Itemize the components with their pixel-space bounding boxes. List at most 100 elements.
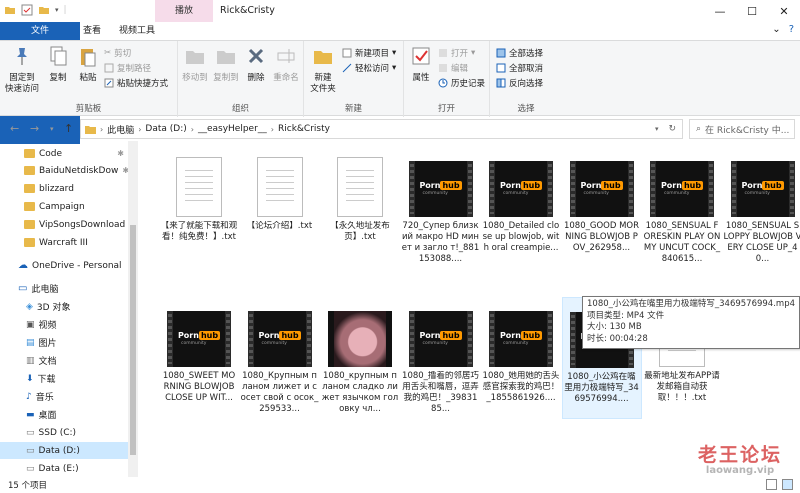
new-label: 新建: [344, 104, 362, 114]
nav-item-blizzard[interactable]: blizzard: [0, 180, 128, 197]
tab-video-tools[interactable]: 视频工具: [110, 22, 164, 40]
new-item-icon: [342, 48, 352, 58]
nav-item-code[interactable]: Code ✱: [0, 145, 128, 162]
move-to-icon: [186, 51, 204, 64]
file-item[interactable]: 【永久地址发布页】.txt: [320, 147, 400, 269]
details-view-icon[interactable]: [766, 479, 777, 490]
video-logo-icon: Pornhub: [258, 331, 301, 340]
nav-item-data-e[interactable]: ▭ Data (E:): [0, 460, 128, 477]
properties-check-icon[interactable]: [21, 4, 33, 16]
large-icons-view-icon[interactable]: [782, 479, 793, 490]
nav-item-music[interactable]: ♪ 音乐: [0, 388, 128, 405]
open-button[interactable]: 打开 ▾: [438, 47, 475, 59]
nav-item-vipsongs[interactable]: VipSongsDownload: [0, 216, 128, 233]
pin-to-quick-access-button[interactable]: 固定到 快速访问: [2, 45, 42, 95]
collapse-ribbon-icon[interactable]: ⌄: [772, 24, 780, 35]
select-none-button[interactable]: 全部取消: [496, 62, 543, 74]
file-item[interactable]: Porn hub community 720_Супер близкий макро …: [401, 147, 481, 269]
nav-scroll-thumb[interactable]: [130, 225, 136, 455]
folder-icon: [24, 220, 35, 229]
file-item[interactable]: 【论坛介绍】.txt: [240, 147, 320, 269]
history-button[interactable]: 历史记录: [438, 77, 485, 89]
nav-item-warcraft[interactable]: Warcraft III: [0, 234, 128, 251]
crumb-rick-cristy[interactable]: Rick&Cristy: [278, 124, 330, 134]
file-item[interactable]: Porn hub community 1080_SWEET MORNING BLOWJ…: [159, 297, 239, 419]
new-folder-qat-icon[interactable]: [38, 4, 50, 16]
copy-to-icon: [217, 51, 235, 64]
copy-path-button[interactable]: 复制路径: [104, 62, 151, 74]
video-logo-icon: Pornhub: [499, 331, 543, 340]
copy-button[interactable]: 复制: [44, 45, 72, 84]
crumb-data-d[interactable]: Data (D:): [145, 124, 186, 134]
back-arrow-icon[interactable]: ←: [10, 122, 19, 135]
rename-button[interactable]: 重命名: [271, 45, 301, 84]
nav-item-ssd-c[interactable]: ▭ SSD (C:): [0, 424, 128, 441]
tooltip-size: 大小: 130 MB: [587, 322, 642, 332]
nav-item-pictures[interactable]: ▤ 图片: [0, 334, 128, 351]
file-item[interactable]: Porn hub community 1080_Detailed close up b…: [481, 147, 561, 269]
new-item-button[interactable]: 新建项目 ▾: [342, 47, 396, 59]
up-arrow-icon[interactable]: ↑: [64, 122, 73, 135]
invert-selection-button[interactable]: 反向选择: [496, 77, 543, 89]
folder-icon: [5, 7, 15, 14]
nav-item-baidunetdisk[interactable]: BaiduNetdiskDow ✱: [0, 162, 129, 179]
navigation-pane: Code ✱ BaiduNetdiskDow ✱ blizzard Campaign…: [0, 141, 138, 477]
ribbon-tabs: 文件 主页 共享 查看 视频工具 ⌄ ?: [0, 22, 800, 144]
recent-locations-icon[interactable]: ▾: [50, 125, 54, 133]
folder-icon: [24, 166, 35, 175]
maximize-button[interactable]: ☐: [736, 0, 768, 22]
file-name: 1080_SWEET MORNING BLOWJOB CLOSE UP WIT.…: [162, 371, 236, 403]
item-count: 15 个项目: [8, 481, 48, 491]
drive-icon: ▭: [26, 445, 35, 456]
nav-item-documents[interactable]: ▥ 文档: [0, 352, 128, 369]
forward-arrow-icon[interactable]: →: [30, 122, 39, 135]
history-icon: [438, 78, 448, 88]
nav-item-downloads[interactable]: ⬇ 下载: [0, 370, 128, 387]
delete-button[interactable]: 删除: [243, 45, 269, 84]
nav-item-desktop[interactable]: ▬ 桌面: [0, 406, 128, 423]
cut-button[interactable]: ✂ 剪切: [104, 47, 131, 59]
nav-item-videos[interactable]: ▣ 视频: [0, 316, 128, 333]
tooltip-duration: 时长: 00:04:28: [587, 333, 648, 344]
file-name: 【来了就能下载和观看！纯免费！】.txt: [160, 221, 238, 242]
file-item[interactable]: Porn hub community 1080_Крупным планом лиже…: [240, 297, 320, 419]
easy-access-button[interactable]: 轻松访问 ▾: [342, 62, 396, 74]
file-item[interactable]: Porn hub community 1080_她用她的舌头感官探索我的鸡巴！_185…: [481, 297, 561, 419]
refresh-icon[interactable]: ↻: [662, 124, 682, 134]
file-item[interactable]: 【来了就能下载和观看！纯免费！】.txt: [159, 147, 239, 269]
move-to-button[interactable]: 移动到: [180, 45, 210, 84]
close-button[interactable]: ✕: [768, 0, 800, 22]
edit-icon: [439, 64, 447, 72]
video-logo-icon: Pornhub: [660, 181, 704, 190]
file-item[interactable]: Porn hub community 1080_GOOD MORNING BLOWJO…: [562, 147, 642, 269]
file-item[interactable]: Porn hub community 1080_SENSUAL FORESKIN PL…: [642, 147, 722, 269]
crumb-easyhelper[interactable]: __easyHelper__: [198, 124, 267, 134]
nav-item-3d-objects[interactable]: ◈ 3D 对象: [0, 298, 128, 315]
file-name: 1080_小公鸡在嘴里用力极端特写_3469576994....: [564, 372, 639, 404]
file-item[interactable]: Porn hub community 1080_撸着的邻居巧用舌头和嘴唇，逗弄我的鸡巴…: [401, 297, 481, 419]
crumb-this-pc[interactable]: 此电脑: [107, 123, 134, 136]
file-item[interactable]: 1080_крупным планом сладко лижет язычком…: [320, 297, 400, 419]
address-bar[interactable]: › 此电脑 › Data (D:) › __easyHelper__ › Ric…: [80, 119, 683, 139]
document-icon: ▥: [26, 355, 35, 366]
nav-item-data-d[interactable]: ▭ Data (D:): [0, 442, 128, 459]
file-name: 1080_撸着的邻居巧用舌头和嘴唇，逗弄我的鸡巴！_3983185...: [402, 371, 479, 414]
qat-dropdown-icon[interactable]: ▾: [55, 6, 59, 14]
copy-to-button[interactable]: 复制到: [211, 45, 241, 84]
paste-shortcut-button[interactable]: 粘贴快捷方式: [104, 77, 168, 89]
nav-item-campaign[interactable]: Campaign: [0, 198, 128, 215]
minimize-button[interactable]: —: [704, 0, 736, 22]
search-icon: ⌕: [696, 124, 702, 134]
nav-item-onedrive[interactable]: ☁ OneDrive - Personal: [0, 257, 128, 274]
paste-button[interactable]: 粘贴: [74, 45, 102, 84]
select-all-button[interactable]: 全部选择: [496, 47, 543, 59]
search-box[interactable]: ⌕ 在 Rick&Cristy 中...: [689, 119, 795, 139]
properties-button[interactable]: 属性: [406, 45, 436, 84]
file-item[interactable]: Porn hub community 1080_SENSUAL SLOPPY BLOW…: [723, 147, 800, 269]
nav-item-this-pc[interactable]: ▭ 此电脑: [0, 280, 128, 297]
edit-button[interactable]: 编辑: [438, 62, 468, 74]
paste-icon: [81, 49, 96, 67]
address-dropdown-icon[interactable]: ▾: [655, 125, 659, 133]
new-folder-button[interactable]: 新建 文件夹: [306, 45, 340, 95]
help-icon[interactable]: ?: [789, 24, 794, 35]
